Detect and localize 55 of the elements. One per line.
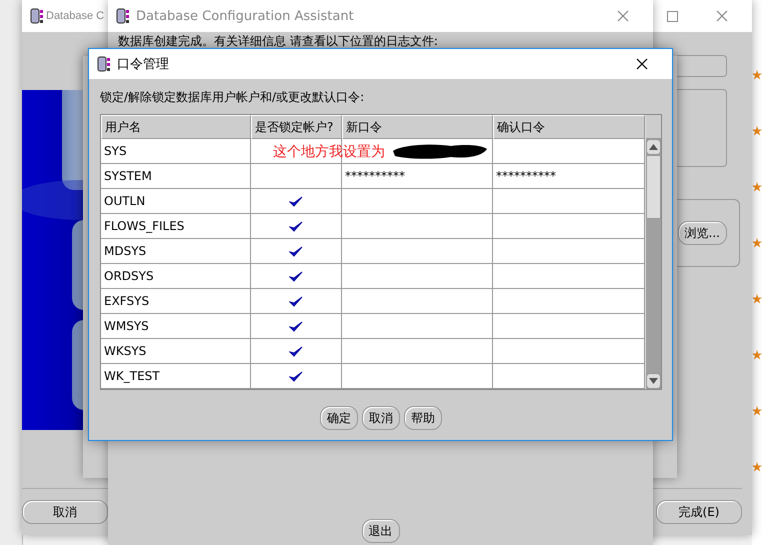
exit-button[interactable]: 退出 xyxy=(362,519,400,543)
star-icon xyxy=(752,238,762,248)
checkmark-icon[interactable] xyxy=(289,370,303,382)
table-cell: EXFSYS xyxy=(101,289,251,314)
table-cell: ********** xyxy=(342,164,493,189)
database-icon xyxy=(30,8,44,24)
table-cell: WK_TEST xyxy=(101,364,251,389)
table-cell: ORDSYS xyxy=(101,264,251,289)
dialog-button[interactable]: 取消 xyxy=(362,406,400,430)
star-icon xyxy=(752,406,762,416)
checkmark-icon[interactable] xyxy=(289,270,303,282)
browse-button[interactable]: 浏览... xyxy=(678,221,727,245)
table-cell: FLOWS_FILES xyxy=(101,214,251,239)
column-header[interactable]: 用户名 xyxy=(101,115,251,139)
star-icon xyxy=(752,462,762,472)
column-header[interactable]: 确认口令 xyxy=(493,115,645,139)
checkmark-icon[interactable] xyxy=(289,246,303,256)
star-icon xyxy=(752,70,762,80)
dialog-title: 口令管理 xyxy=(117,56,169,73)
checkmark-icon[interactable] xyxy=(289,320,303,332)
instruction-text: 锁定/解除锁定数据库用户帐户和/或更改默认口令: xyxy=(100,89,366,106)
scroll-thumb[interactable] xyxy=(646,155,661,219)
column-header[interactable]: 是否锁定帐户? xyxy=(251,115,342,139)
dialog-button[interactable]: 确定 xyxy=(320,406,358,430)
dialog-button[interactable]: 帮助 xyxy=(404,406,442,430)
star-icon xyxy=(752,294,762,304)
database-icon xyxy=(97,56,111,72)
checkmark-icon[interactable] xyxy=(289,346,303,356)
checkmark-icon[interactable] xyxy=(289,220,303,232)
table-cell: OUTLN xyxy=(101,189,251,214)
checkmark-icon[interactable] xyxy=(289,296,303,306)
table-cell: WKSYS xyxy=(101,339,251,364)
star-icon xyxy=(752,182,762,192)
table-cell: MDSYS xyxy=(101,239,251,264)
scroll-down-icon[interactable] xyxy=(649,378,658,384)
close-icon[interactable] xyxy=(636,58,648,70)
finish-button[interactable]: 完成(E) xyxy=(656,500,742,524)
text-field[interactable] xyxy=(677,55,727,77)
maximize-icon[interactable] xyxy=(666,10,678,22)
star-icon xyxy=(752,126,762,136)
header-corner xyxy=(646,115,661,139)
star-icon xyxy=(752,350,762,360)
table-cell: SYSTEM xyxy=(101,164,251,189)
window-title: Database C xyxy=(46,10,104,22)
table-cell: SYS xyxy=(101,139,251,164)
database-icon xyxy=(116,8,130,24)
cancel-button[interactable]: 取消 xyxy=(22,500,108,524)
column-header[interactable]: 新口令 xyxy=(342,115,493,139)
table-cell: WMSYS xyxy=(101,314,251,339)
window-title: Database Configuration Assistant xyxy=(136,8,354,24)
scrollbar[interactable] xyxy=(645,115,661,389)
annotation-text: 这个地方我设置为 xyxy=(273,142,385,160)
checkmark-icon[interactable] xyxy=(289,196,303,206)
scroll-up-icon[interactable] xyxy=(649,144,658,150)
status-message: 数据库创建完成。有关详细信息 请查看以下位置的日志文件: xyxy=(117,33,439,48)
